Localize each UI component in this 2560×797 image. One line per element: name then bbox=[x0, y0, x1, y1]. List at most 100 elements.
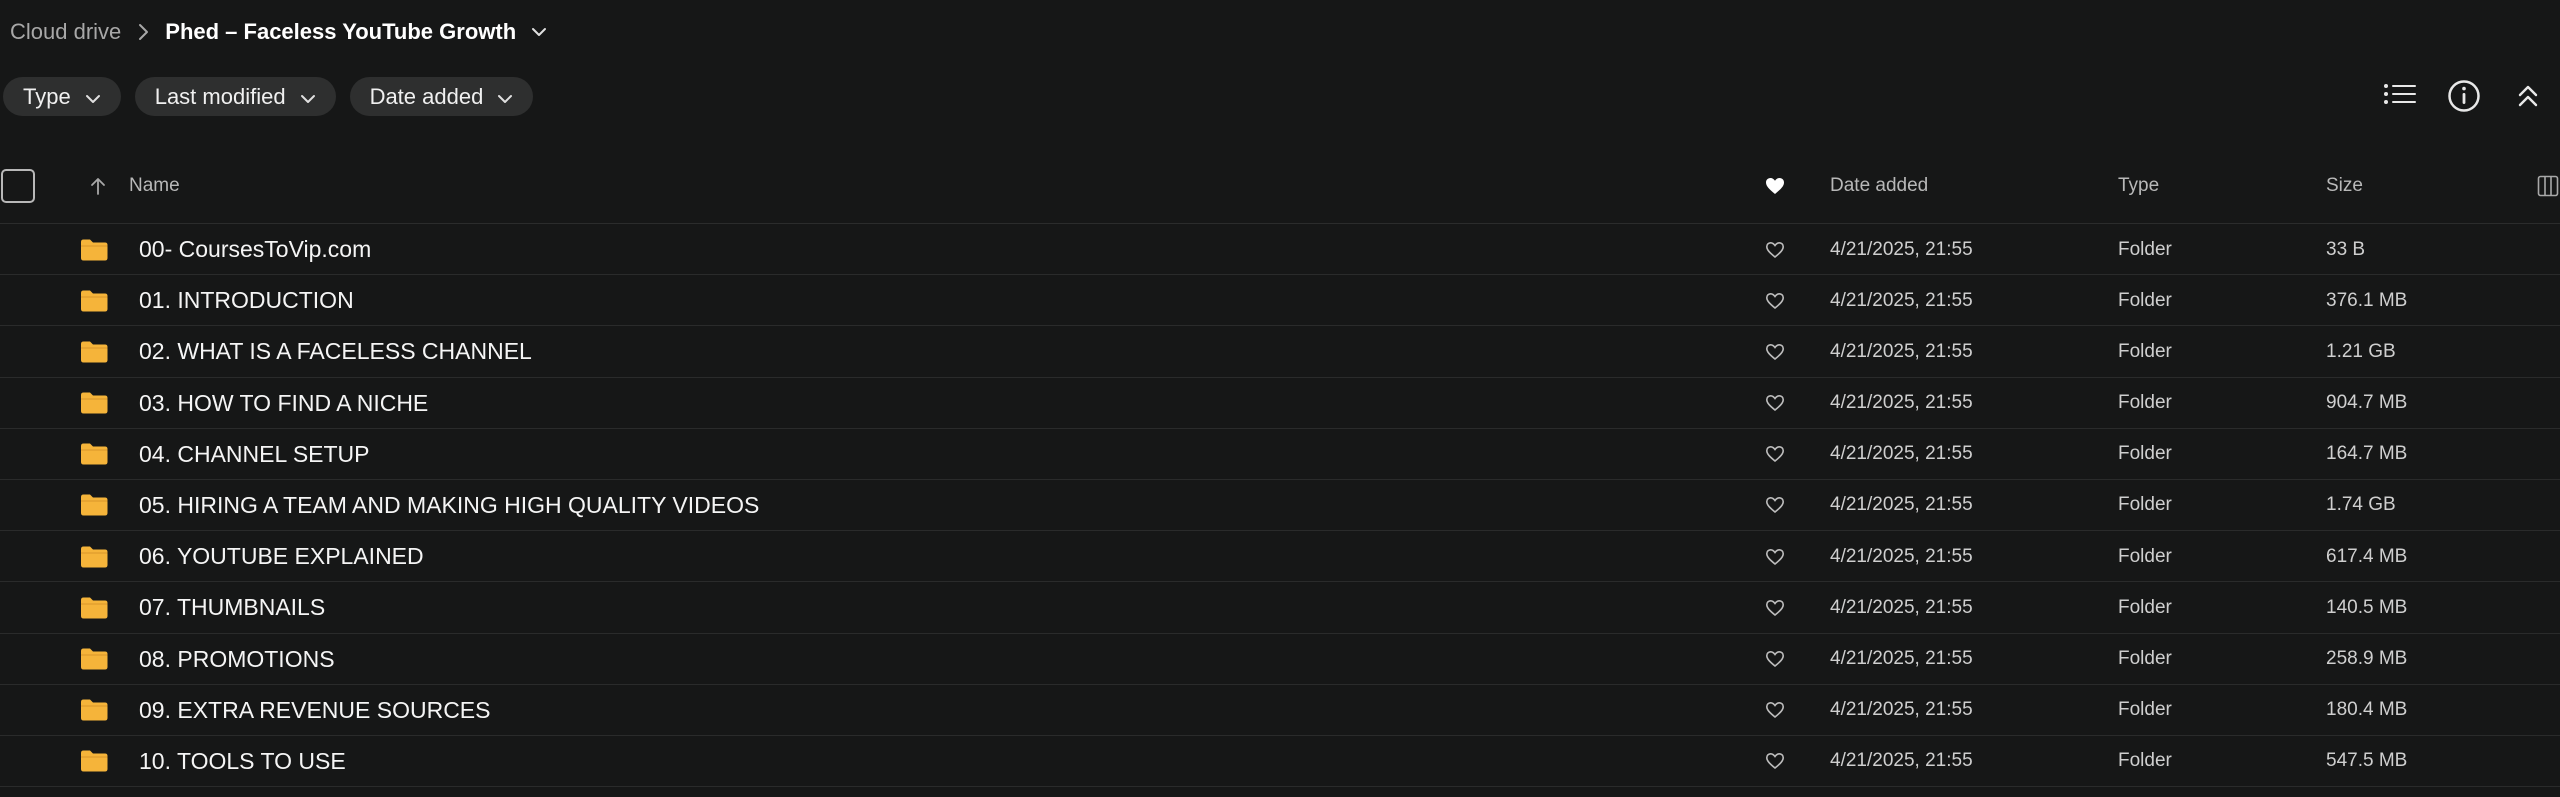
folder-icon bbox=[76, 224, 112, 275]
heart-outline-icon[interactable] bbox=[1760, 582, 1790, 633]
file-name[interactable]: 01. INTRODUCTION bbox=[139, 275, 354, 326]
file-name[interactable]: 10. TOOLS TO USE bbox=[139, 736, 346, 787]
date-added-cell: 4/21/2025, 21:55 bbox=[1830, 443, 1973, 465]
filter-last-modified-button[interactable]: Last modified bbox=[134, 77, 336, 116]
folder-icon bbox=[76, 480, 112, 531]
date-added-cell: 4/21/2025, 21:55 bbox=[1830, 340, 1973, 362]
type-cell: Folder bbox=[2118, 750, 2172, 772]
size-cell: 140.5 MB bbox=[2326, 596, 2408, 618]
folder-icon bbox=[76, 326, 112, 377]
column-header-name[interactable]: Name bbox=[129, 148, 180, 224]
file-name[interactable]: 05. HIRING A TEAM AND MAKING HIGH QUALIT… bbox=[139, 480, 759, 531]
collapse-icon[interactable] bbox=[2496, 76, 2560, 116]
heart-icon[interactable] bbox=[1760, 148, 1790, 224]
type-cell: Folder bbox=[2118, 340, 2172, 362]
filter-type-label: Type bbox=[23, 83, 71, 109]
table-row[interactable]: 09. EXTRA REVENUE SOURCES 4/21/2025, 21:… bbox=[0, 685, 2560, 736]
filter-bar: Type Last modified Date added bbox=[3, 77, 534, 116]
folder-menu-chevron-down-icon[interactable] bbox=[530, 26, 548, 38]
heart-outline-icon[interactable] bbox=[1760, 326, 1790, 377]
type-cell: Folder bbox=[2118, 494, 2172, 516]
heart-outline-icon[interactable] bbox=[1760, 480, 1790, 531]
size-cell: 1.21 GB bbox=[2326, 340, 2396, 362]
table-body: 00- CoursesToVip.com 4/21/2025, 21:55 Fo… bbox=[0, 224, 2560, 788]
list-view-icon[interactable] bbox=[2368, 76, 2432, 116]
filter-last-modified-label: Last modified bbox=[154, 83, 286, 109]
heart-outline-icon[interactable] bbox=[1760, 378, 1790, 429]
chevron-right-icon bbox=[121, 23, 165, 41]
file-name[interactable]: 02. WHAT IS A FACELESS CHANNEL bbox=[139, 326, 532, 377]
info-icon[interactable] bbox=[2432, 76, 2496, 116]
heart-outline-icon[interactable] bbox=[1760, 634, 1790, 685]
table-row[interactable]: 06. YOUTUBE EXPLAINED 4/21/2025, 21:55 F… bbox=[0, 531, 2560, 583]
date-added-cell: 4/21/2025, 21:55 bbox=[1830, 699, 1973, 721]
type-cell: Folder bbox=[2118, 699, 2172, 721]
type-cell: Folder bbox=[2118, 392, 2172, 414]
table-row[interactable]: 08. PROMOTIONS 4/21/2025, 21:55 Folder 2… bbox=[0, 634, 2560, 685]
cloud-drive-window: Cloud drive Phed – Faceless YouTube Grow… bbox=[0, 0, 2560, 797]
folder-icon bbox=[76, 582, 112, 633]
column-header-size[interactable]: Size bbox=[2326, 148, 2363, 224]
filter-date-added-label: Date added bbox=[369, 83, 484, 109]
column-header-date-added[interactable]: Date added bbox=[1830, 148, 1928, 224]
breadcrumb-root-link[interactable]: Cloud drive bbox=[10, 19, 121, 45]
heart-outline-icon[interactable] bbox=[1760, 224, 1790, 275]
folder-icon bbox=[76, 429, 112, 480]
size-cell: 164.7 MB bbox=[2326, 443, 2408, 465]
heart-outline-icon[interactable] bbox=[1760, 275, 1790, 326]
select-all-checkbox[interactable] bbox=[0, 148, 36, 224]
size-cell: 180.4 MB bbox=[2326, 699, 2408, 721]
filter-type-button[interactable]: Type bbox=[3, 77, 121, 116]
table-row[interactable]: 04. CHANNEL SETUP 4/21/2025, 21:55 Folde… bbox=[0, 429, 2560, 480]
date-added-cell: 4/21/2025, 21:55 bbox=[1830, 545, 1973, 567]
file-name[interactable]: 06. YOUTUBE EXPLAINED bbox=[139, 531, 424, 582]
heart-outline-icon[interactable] bbox=[1760, 531, 1790, 582]
chevron-down-icon bbox=[497, 84, 513, 110]
heart-outline-icon[interactable] bbox=[1760, 429, 1790, 480]
date-added-cell: 4/21/2025, 21:55 bbox=[1830, 494, 1973, 516]
date-added-cell: 4/21/2025, 21:55 bbox=[1830, 392, 1973, 414]
column-settings-icon[interactable] bbox=[2536, 148, 2560, 224]
size-cell: 258.9 MB bbox=[2326, 648, 2408, 669]
type-cell: Folder bbox=[2118, 238, 2172, 260]
table-row[interactable]: 01. INTRODUCTION 4/21/2025, 21:55 Folder… bbox=[0, 275, 2560, 327]
file-name[interactable]: 09. EXTRA REVENUE SOURCES bbox=[139, 685, 491, 736]
table-row[interactable]: 03. HOW TO FIND A NICHE 4/21/2025, 21:55… bbox=[0, 378, 2560, 429]
file-name[interactable]: 08. PROMOTIONS bbox=[139, 634, 335, 685]
table-row[interactable]: 10. TOOLS TO USE 4/21/2025, 21:55 Folder… bbox=[0, 736, 2560, 788]
type-cell: Folder bbox=[2118, 545, 2172, 567]
date-added-cell: 4/21/2025, 21:55 bbox=[1830, 750, 1973, 772]
breadcrumb-current-folder[interactable]: Phed – Faceless YouTube Growth bbox=[165, 19, 516, 45]
size-cell: 33 B bbox=[2326, 238, 2366, 260]
column-header-type[interactable]: Type bbox=[2118, 148, 2159, 224]
folder-icon bbox=[76, 378, 112, 429]
date-added-cell: 4/21/2025, 21:55 bbox=[1830, 289, 1973, 311]
heart-outline-icon[interactable] bbox=[1760, 685, 1790, 736]
folder-icon bbox=[76, 634, 112, 685]
type-cell: Folder bbox=[2118, 289, 2172, 311]
date-added-cell: 4/21/2025, 21:55 bbox=[1830, 238, 1973, 260]
type-cell: Folder bbox=[2118, 443, 2172, 465]
table-row[interactable]: 05. HIRING A TEAM AND MAKING HIGH QUALIT… bbox=[0, 480, 2560, 532]
table-header: Name Date added Type Size bbox=[0, 148, 2560, 224]
file-name[interactable]: 03. HOW TO FIND A NICHE bbox=[139, 378, 428, 429]
file-name[interactable]: 04. CHANNEL SETUP bbox=[139, 429, 370, 480]
sort-arrow-up-icon[interactable] bbox=[86, 148, 110, 224]
size-cell: 1.74 GB bbox=[2326, 494, 2396, 516]
date-added-cell: 4/21/2025, 21:55 bbox=[1830, 648, 1973, 669]
filter-date-added-button[interactable]: Date added bbox=[349, 77, 534, 116]
size-cell: 547.5 MB bbox=[2326, 750, 2408, 772]
heart-outline-icon[interactable] bbox=[1760, 736, 1790, 787]
file-name[interactable]: 07. THUMBNAILS bbox=[139, 582, 325, 633]
size-cell: 904.7 MB bbox=[2326, 392, 2408, 414]
folder-icon bbox=[76, 531, 112, 582]
type-cell: Folder bbox=[2118, 596, 2172, 618]
breadcrumb: Cloud drive Phed – Faceless YouTube Grow… bbox=[10, 14, 548, 50]
chevron-down-icon bbox=[300, 84, 316, 110]
table-row[interactable]: 00- CoursesToVip.com 4/21/2025, 21:55 Fo… bbox=[0, 224, 2560, 276]
folder-icon bbox=[76, 736, 112, 787]
folder-icon bbox=[76, 685, 112, 736]
table-row[interactable]: 07. THUMBNAILS 4/21/2025, 21:55 Folder 1… bbox=[0, 582, 2560, 634]
table-row[interactable]: 02. WHAT IS A FACELESS CHANNEL 4/21/2025… bbox=[0, 326, 2560, 378]
file-name[interactable]: 00- CoursesToVip.com bbox=[139, 224, 371, 275]
